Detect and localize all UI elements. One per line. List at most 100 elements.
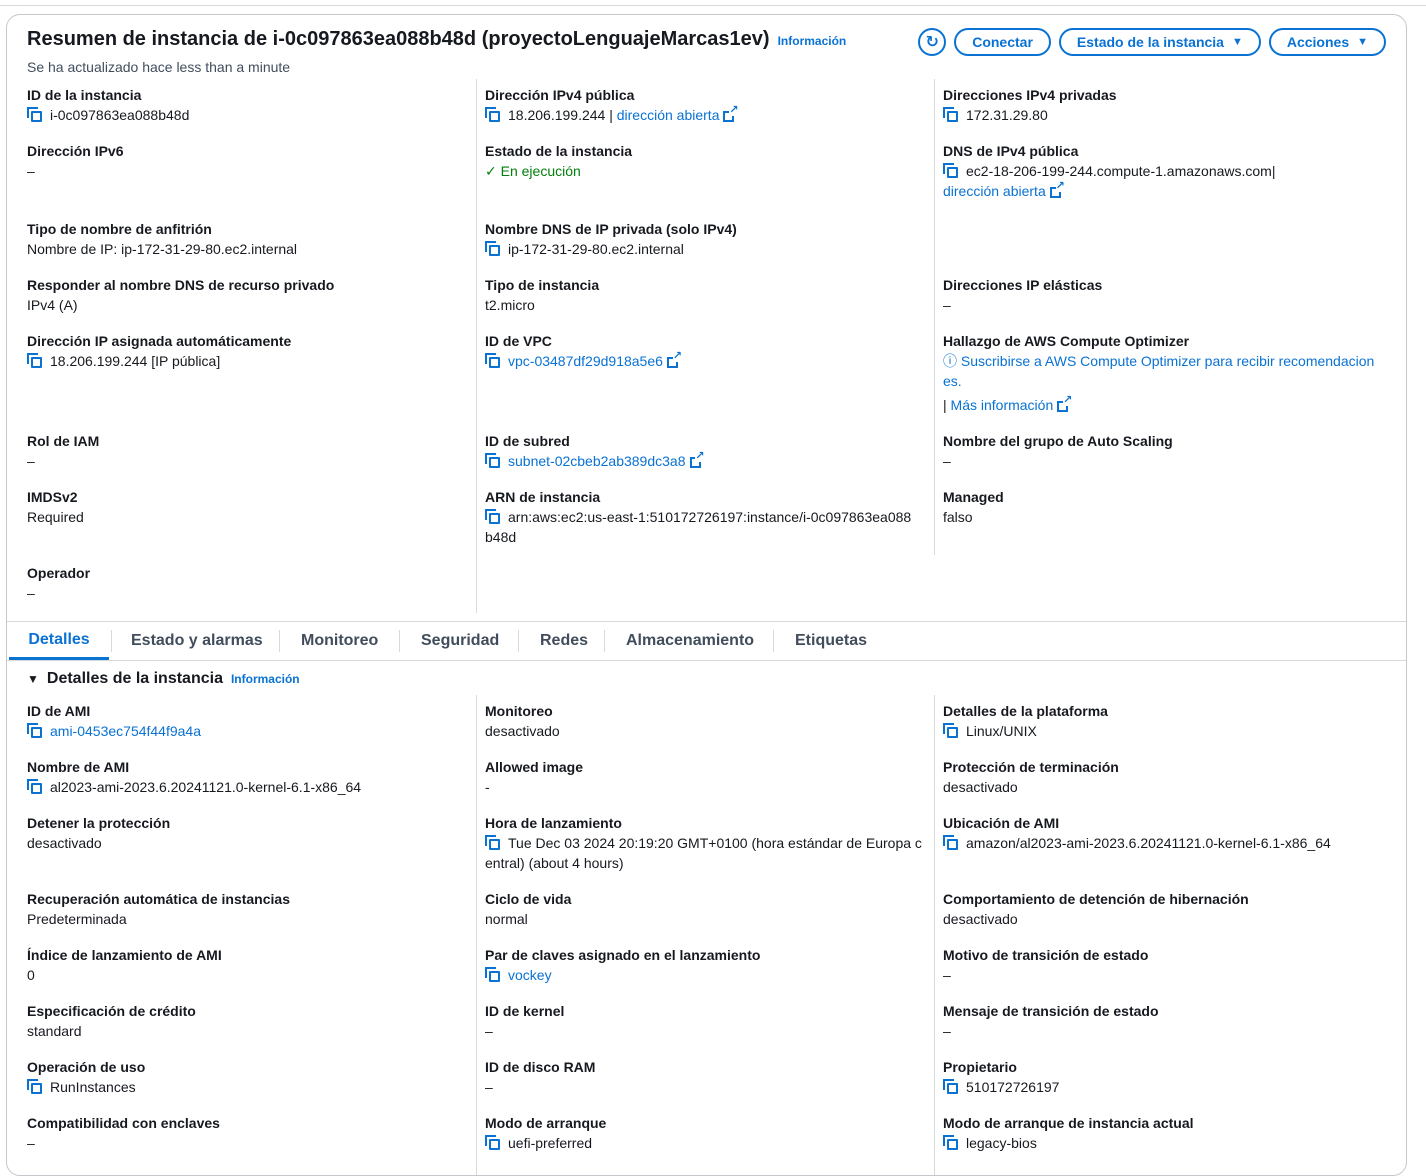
copy-icon[interactable] <box>943 107 958 122</box>
copy-icon[interactable] <box>27 779 42 794</box>
instance-details-header[interactable]: ▼ Detalles de la instancia Información <box>27 670 300 688</box>
field-label: Detener la protección <box>27 815 171 831</box>
copy-icon[interactable] <box>943 163 958 178</box>
field-termination-protection: Protección de terminación desactivado <box>943 757 1373 797</box>
ami-id-link[interactable]: ami-0453ec754f44f9a4a <box>50 723 201 739</box>
field-allowed-image: Allowed image - <box>485 757 915 797</box>
field-private-dns: Nombre DNS de IP privada (solo IPv4) ip-… <box>485 219 915 259</box>
field-ramdisk-id: ID de disco RAM – <box>485 1057 915 1097</box>
field-transition-message: Mensaje de transición de estado – <box>943 1001 1373 1041</box>
field-label: Tipo de nombre de anfitrión <box>27 221 212 237</box>
tab-networking[interactable]: Redes <box>520 622 608 660</box>
field-auto-recovery: Recuperación automática de instancias Pr… <box>27 889 457 929</box>
field-vpc-id: ID de VPC vpc-03487df29d918a5e6 <box>485 331 915 371</box>
page-title-text: Resumen de instancia de i-0c097863ea088b… <box>27 28 770 50</box>
page-title: Resumen de instancia de i-0c097863ea088b… <box>27 28 846 51</box>
copy-icon[interactable] <box>485 241 500 256</box>
copy-icon[interactable] <box>27 353 42 368</box>
connect-button[interactable]: Conectar <box>954 28 1051 56</box>
optimizer-subscribe-link-cont[interactable]: es. <box>943 371 1393 391</box>
private-dns-value: ip-172-31-29-80.ec2.internal <box>508 241 684 257</box>
field-subnet-id: ID de subred subnet-02cbeb2ab389dc3a8 <box>485 431 915 471</box>
allowed-image-value: - <box>485 779 490 795</box>
external-link-icon <box>666 351 682 368</box>
field-label: Hallazgo de AWS Compute Optimizer <box>943 333 1190 349</box>
tab-tags[interactable]: Etiquetas <box>775 622 887 660</box>
field-arn: ARN de instancia arn:aws:ec2:us-east-1:5… <box>485 487 915 547</box>
last-updated-text: Se ha actualizado hace less than a minut… <box>27 59 291 75</box>
field-hibernation: Comportamiento de detención de hibernaci… <box>943 889 1373 929</box>
external-link-icon <box>689 451 705 468</box>
instance-type-value: t2.micro <box>485 297 535 313</box>
copy-icon[interactable] <box>943 835 958 850</box>
field-label: Modo de arranque <box>485 1115 607 1131</box>
copy-icon[interactable] <box>485 509 500 524</box>
launch-time-value-cont: entral) (about 4 hours) <box>485 855 624 871</box>
tab-security[interactable]: Seguridad <box>401 622 519 660</box>
open-address-link[interactable]: dirección abierta <box>943 183 1046 199</box>
copy-icon[interactable] <box>485 967 500 982</box>
field-label: Operación de uso <box>27 1059 146 1075</box>
field-label: Dirección IPv4 pública <box>485 87 635 103</box>
instance-state-dropdown[interactable]: Estado de la instancia ▼ <box>1058 28 1261 56</box>
info-link[interactable]: Información <box>231 672 300 686</box>
boot-mode-value: uefi-preferred <box>508 1135 593 1151</box>
dns-respond-value: IPv4 (A) <box>27 297 78 313</box>
field-label: ID de AMI <box>27 703 91 719</box>
copy-icon[interactable] <box>485 1135 500 1150</box>
public-dns-value: ec2-18-206-199-244.compute-1.amazonaws.c… <box>966 163 1272 179</box>
key-pair-link[interactable]: vockey <box>508 967 552 983</box>
header-actions: ↻ Conectar Estado de la instancia ▼ Accio… <box>918 28 1386 56</box>
usage-op-value: RunInstances <box>50 1079 136 1095</box>
optimizer-subscribe-link[interactable]: Suscribirse a AWS Compute Optimizer para… <box>961 353 1374 369</box>
top-divider <box>0 5 1426 6</box>
tab-details[interactable]: Detalles <box>9 622 109 660</box>
separator: | <box>609 107 613 123</box>
instance-state-value: En ejecución <box>500 163 581 179</box>
auto-recovery-value: Predeterminada <box>27 911 127 927</box>
tab-monitoring[interactable]: Monitoreo <box>281 622 398 660</box>
operator-value: – <box>27 585 35 601</box>
caret-down-icon: ▼ <box>1231 36 1243 48</box>
copy-icon[interactable] <box>943 1079 958 1094</box>
field-label: ARN de instancia <box>485 489 601 505</box>
column-divider <box>934 79 935 555</box>
field-lifecycle: Ciclo de vida normal <box>485 889 915 929</box>
field-instance-type: Tipo de instancia t2.micro <box>485 275 915 315</box>
copy-icon[interactable] <box>27 107 42 122</box>
field-label: Mensaje de transición de estado <box>943 1003 1159 1019</box>
copy-icon[interactable] <box>485 107 500 122</box>
vpc-link[interactable]: vpc-03487df29d918a5e6 <box>508 353 663 369</box>
auto-ip-value: 18.206.199.244 [IP pública] <box>50 353 221 369</box>
ramdisk-id-value: – <box>485 1079 493 1095</box>
copy-icon[interactable] <box>27 723 42 738</box>
field-label: Tipo de instancia <box>485 277 600 293</box>
refresh-button[interactable]: ↻ <box>918 28 947 56</box>
more-info-link[interactable]: Más información <box>951 397 1054 413</box>
termination-protection-value: desactivado <box>943 779 1018 795</box>
tab-divider <box>279 630 280 652</box>
actions-dropdown[interactable]: Acciones ▼ <box>1268 28 1386 56</box>
field-key-pair: Par de claves asignado en el lanzamiento… <box>485 945 915 985</box>
copy-icon[interactable] <box>485 453 500 468</box>
open-address-link[interactable]: dirección abierta <box>617 107 720 123</box>
field-public-ipv4: Dirección IPv4 pública 18.206.199.244 | … <box>485 85 915 125</box>
copy-icon[interactable] <box>485 353 500 368</box>
field-label: ID de kernel <box>485 1003 565 1019</box>
field-label: Estado de la instancia <box>485 143 633 159</box>
field-label: Nombre DNS de IP privada (solo IPv4) <box>485 221 737 237</box>
field-label: Nombre de AMI <box>27 759 130 775</box>
tab-status-alarms[interactable]: Estado y alarmas <box>111 622 283 660</box>
info-link[interactable]: Información <box>778 34 847 48</box>
field-private-ipv4: Direcciones IPv4 privadas 172.31.29.80 <box>943 85 1373 125</box>
copy-icon[interactable] <box>27 1079 42 1094</box>
instance-id-value: i-0c097863ea088b48d <box>50 107 190 123</box>
tab-divider <box>604 630 605 652</box>
copy-icon[interactable] <box>485 835 500 850</box>
subnet-link[interactable]: subnet-02cbeb2ab389dc3a8 <box>508 453 686 469</box>
tab-storage[interactable]: Almacenamiento <box>606 622 774 660</box>
copy-icon[interactable] <box>943 723 958 738</box>
external-link-icon <box>1049 181 1065 198</box>
copy-icon[interactable] <box>943 1135 958 1150</box>
field-instance-id: ID de la instancia i-0c097863ea088b48d <box>27 85 457 125</box>
